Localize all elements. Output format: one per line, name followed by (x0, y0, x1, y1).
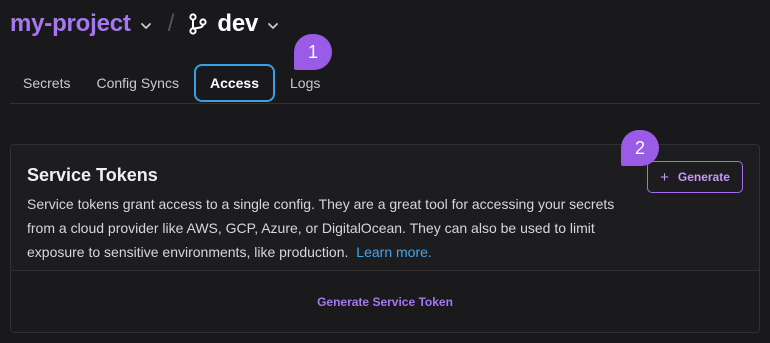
step-marker-1: 1 (294, 34, 332, 70)
generate-service-token-link[interactable]: Generate Service Token (317, 295, 453, 309)
step-marker-2: 2 (621, 130, 659, 166)
tab-config-syncs[interactable]: Config Syncs (83, 64, 191, 102)
card-title: Service Tokens (27, 165, 158, 185)
learn-more-link[interactable]: Learn more. (356, 244, 431, 260)
project-name[interactable]: my-project (10, 10, 131, 38)
tab-secrets[interactable]: Secrets (10, 64, 83, 102)
generate-button-label: Generate (677, 170, 730, 184)
chevron-down-icon[interactable] (137, 17, 155, 35)
generate-button[interactable]: + Generate (647, 161, 743, 193)
tab-access[interactable]: Access (193, 64, 275, 102)
card-description: Service tokens grant access to a single … (27, 192, 637, 264)
header: my-project / dev (10, 6, 282, 42)
card-footer: Generate Service Token (11, 271, 759, 332)
chevron-down-icon[interactable] (264, 17, 282, 35)
service-tokens-card: Service Tokens Service tokens grant acce… (10, 144, 760, 333)
git-branch-icon (187, 12, 209, 36)
branch-name[interactable]: dev (217, 10, 258, 38)
breadcrumb-separator: / (167, 10, 175, 37)
plus-icon: + (660, 168, 669, 186)
page: my-project / dev Secrets Config Syncs Ac… (0, 0, 770, 343)
tab-bar: Secrets Config Syncs Access Logs (10, 64, 333, 102)
description-text: Service tokens grant access to a single … (27, 196, 615, 260)
tab-divider (10, 103, 760, 104)
